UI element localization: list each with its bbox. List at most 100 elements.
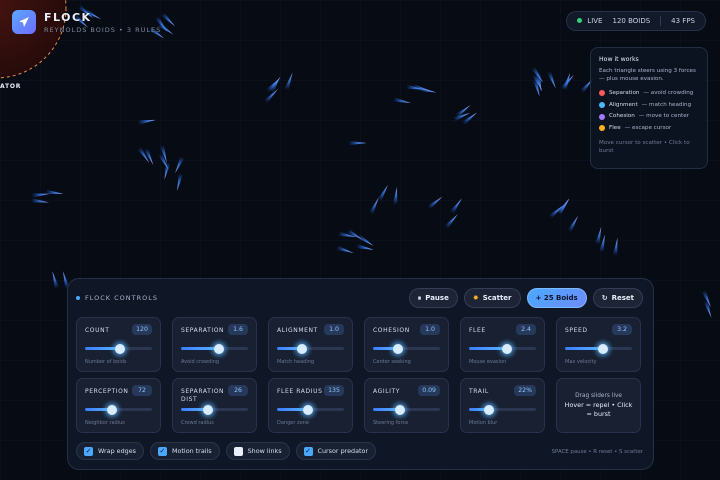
boid	[377, 184, 388, 202]
slider-label: ALIGNMENT	[277, 327, 318, 334]
rule-name: Cohesion	[609, 113, 635, 120]
slider-hint: Mouse evasion	[469, 359, 507, 365]
checkbox-icon[interactable]: ✓	[303, 446, 313, 456]
boid	[30, 198, 50, 203]
pause-button[interactable]: ⏸ Pause	[408, 288, 458, 308]
add-boids-label: + 25 Boids	[535, 294, 578, 302]
controls-toolbar: ⏸ Pause ✸ Scatter + 25 Boids ↻ Reset	[408, 288, 643, 308]
slider-value-badge: 0.09	[418, 385, 440, 396]
slider-thumb[interactable]	[297, 343, 308, 354]
slider-thumb[interactable]	[394, 404, 405, 415]
live-dot-icon	[577, 18, 583, 23]
app-subtitle: REYNOLDS BOIDS • 3 RULES	[44, 25, 162, 34]
slider-value-badge: 1.6	[228, 324, 248, 335]
status-pill: LIVE 120 BOIDS 43 FPS	[566, 11, 706, 31]
slider-track[interactable]	[469, 343, 536, 354]
slider-track[interactable]	[181, 404, 248, 415]
flock-controls-panel: FLOCK CONTROLS ⏸ Pause ✸ Scatter + 25 Boid…	[67, 278, 654, 470]
slider-track[interactable]	[85, 343, 152, 354]
slider-hint: Steering force	[373, 420, 409, 426]
slider-hint: Avoid crowding	[181, 359, 220, 365]
slider-card-count: COUNT 120 Number of boids	[76, 317, 161, 372]
reset-button[interactable]: ↻ Reset	[592, 288, 643, 308]
tip-body: Hover = repel • Click = burst	[564, 400, 633, 418]
keyboard-shortcuts: SPACE pause • R reset • S scatter	[551, 449, 643, 455]
toggle-label: Cursor predator	[317, 447, 369, 455]
slider-thumb[interactable]	[302, 404, 313, 415]
boid	[557, 198, 570, 215]
slider-track[interactable]	[373, 343, 440, 354]
checkbox-icon[interactable]: ✓	[157, 446, 167, 456]
slider-thumb[interactable]	[114, 343, 125, 354]
flee-dot-icon	[599, 125, 605, 132]
slider-thumb[interactable]	[106, 404, 117, 415]
slider-card-trail: TRAIL 22% Motion blur	[460, 378, 545, 433]
slider-hint: Crowd radius	[181, 420, 214, 426]
slider-track[interactable]	[85, 404, 152, 415]
slider-track[interactable]	[181, 343, 248, 354]
slider-track[interactable]	[565, 343, 632, 354]
boid	[595, 226, 602, 245]
boid	[444, 214, 458, 230]
toggle-label: Wrap edges	[98, 447, 136, 455]
slider-hint: Center seeking	[373, 359, 411, 365]
reset-label: Reset	[611, 294, 634, 302]
boid	[348, 140, 367, 146]
boid	[449, 198, 463, 215]
boid	[137, 119, 156, 125]
scatter-button[interactable]: ✸ Scatter	[463, 288, 521, 308]
slider-track[interactable]	[469, 404, 536, 415]
how-it-works-panel: How it works Each triangle steers using …	[590, 47, 708, 169]
slider-value-badge: 26	[228, 385, 248, 396]
boid	[612, 237, 618, 256]
rule-desc: — match heading	[641, 101, 692, 108]
slider-hint: Motion blur	[469, 420, 498, 426]
slider-card-perception: PERCEPTION 72 Neighbor radius	[76, 378, 161, 433]
toggle-motion-trails[interactable]: ✓ Motion trails	[149, 442, 220, 460]
boid	[164, 161, 171, 180]
slider-fill	[565, 347, 603, 350]
rule-name: Separation	[609, 89, 640, 96]
slider-label: FLEE	[469, 327, 486, 334]
toggle-row: ✓ Wrap edges ✓ Motion trails Show links ✓ C…	[76, 442, 377, 460]
toggle-wrap-edges[interactable]: ✓ Wrap edges	[76, 442, 144, 460]
slider-hint: Danger zone	[277, 420, 309, 426]
slider-hint: Neighbor radius	[85, 420, 125, 426]
boid	[567, 215, 579, 233]
boid	[52, 271, 60, 290]
rule-name: Alignment	[609, 101, 638, 108]
slider-thumb[interactable]	[202, 404, 213, 415]
tip-title: Drag sliders live	[575, 392, 622, 399]
slider-label: FLEE RADIUS	[277, 388, 323, 395]
boid	[560, 74, 574, 90]
boid	[546, 71, 556, 89]
slider-card-cohesion: COHESION 1.0 Center seeking	[364, 317, 449, 372]
slider-thumb[interactable]	[213, 343, 224, 354]
slider-track[interactable]	[277, 404, 344, 415]
slider-track[interactable]	[277, 343, 344, 354]
slider-thumb[interactable]	[597, 343, 608, 354]
slider-label: COUNT	[85, 327, 110, 334]
rule-name: Flee	[609, 124, 621, 131]
slider-value-badge: 22%	[514, 385, 536, 396]
add-boids-button[interactable]: + 25 Boids	[526, 288, 587, 308]
toggle-show-links[interactable]: Show links	[225, 442, 290, 460]
rule-separation: Separation — avoid crowding	[599, 89, 699, 98]
flock-logo-icon	[12, 10, 36, 34]
reset-icon: ↻	[601, 294, 608, 302]
checkbox-icon[interactable]: ✓	[84, 446, 93, 456]
slider-thumb[interactable]	[501, 343, 512, 354]
slider-card-separation: SEPARATION 1.6 Avoid crowding	[172, 317, 257, 372]
info-title: How it works	[599, 56, 639, 63]
slider-value-badge: 1.0	[420, 324, 440, 335]
controls-title-text: FLOCK CONTROLS	[85, 294, 158, 302]
controls-title: FLOCK CONTROLS	[76, 294, 158, 302]
status-divider	[660, 16, 662, 26]
slider-thumb[interactable]	[484, 404, 495, 415]
boid	[284, 72, 293, 91]
checkbox-icon[interactable]	[233, 446, 243, 456]
boid	[427, 196, 443, 210]
toggle-cursor-predator[interactable]: ✓ Cursor predator	[295, 442, 377, 460]
slider-track[interactable]	[373, 404, 440, 415]
slider-thumb[interactable]	[393, 343, 404, 354]
